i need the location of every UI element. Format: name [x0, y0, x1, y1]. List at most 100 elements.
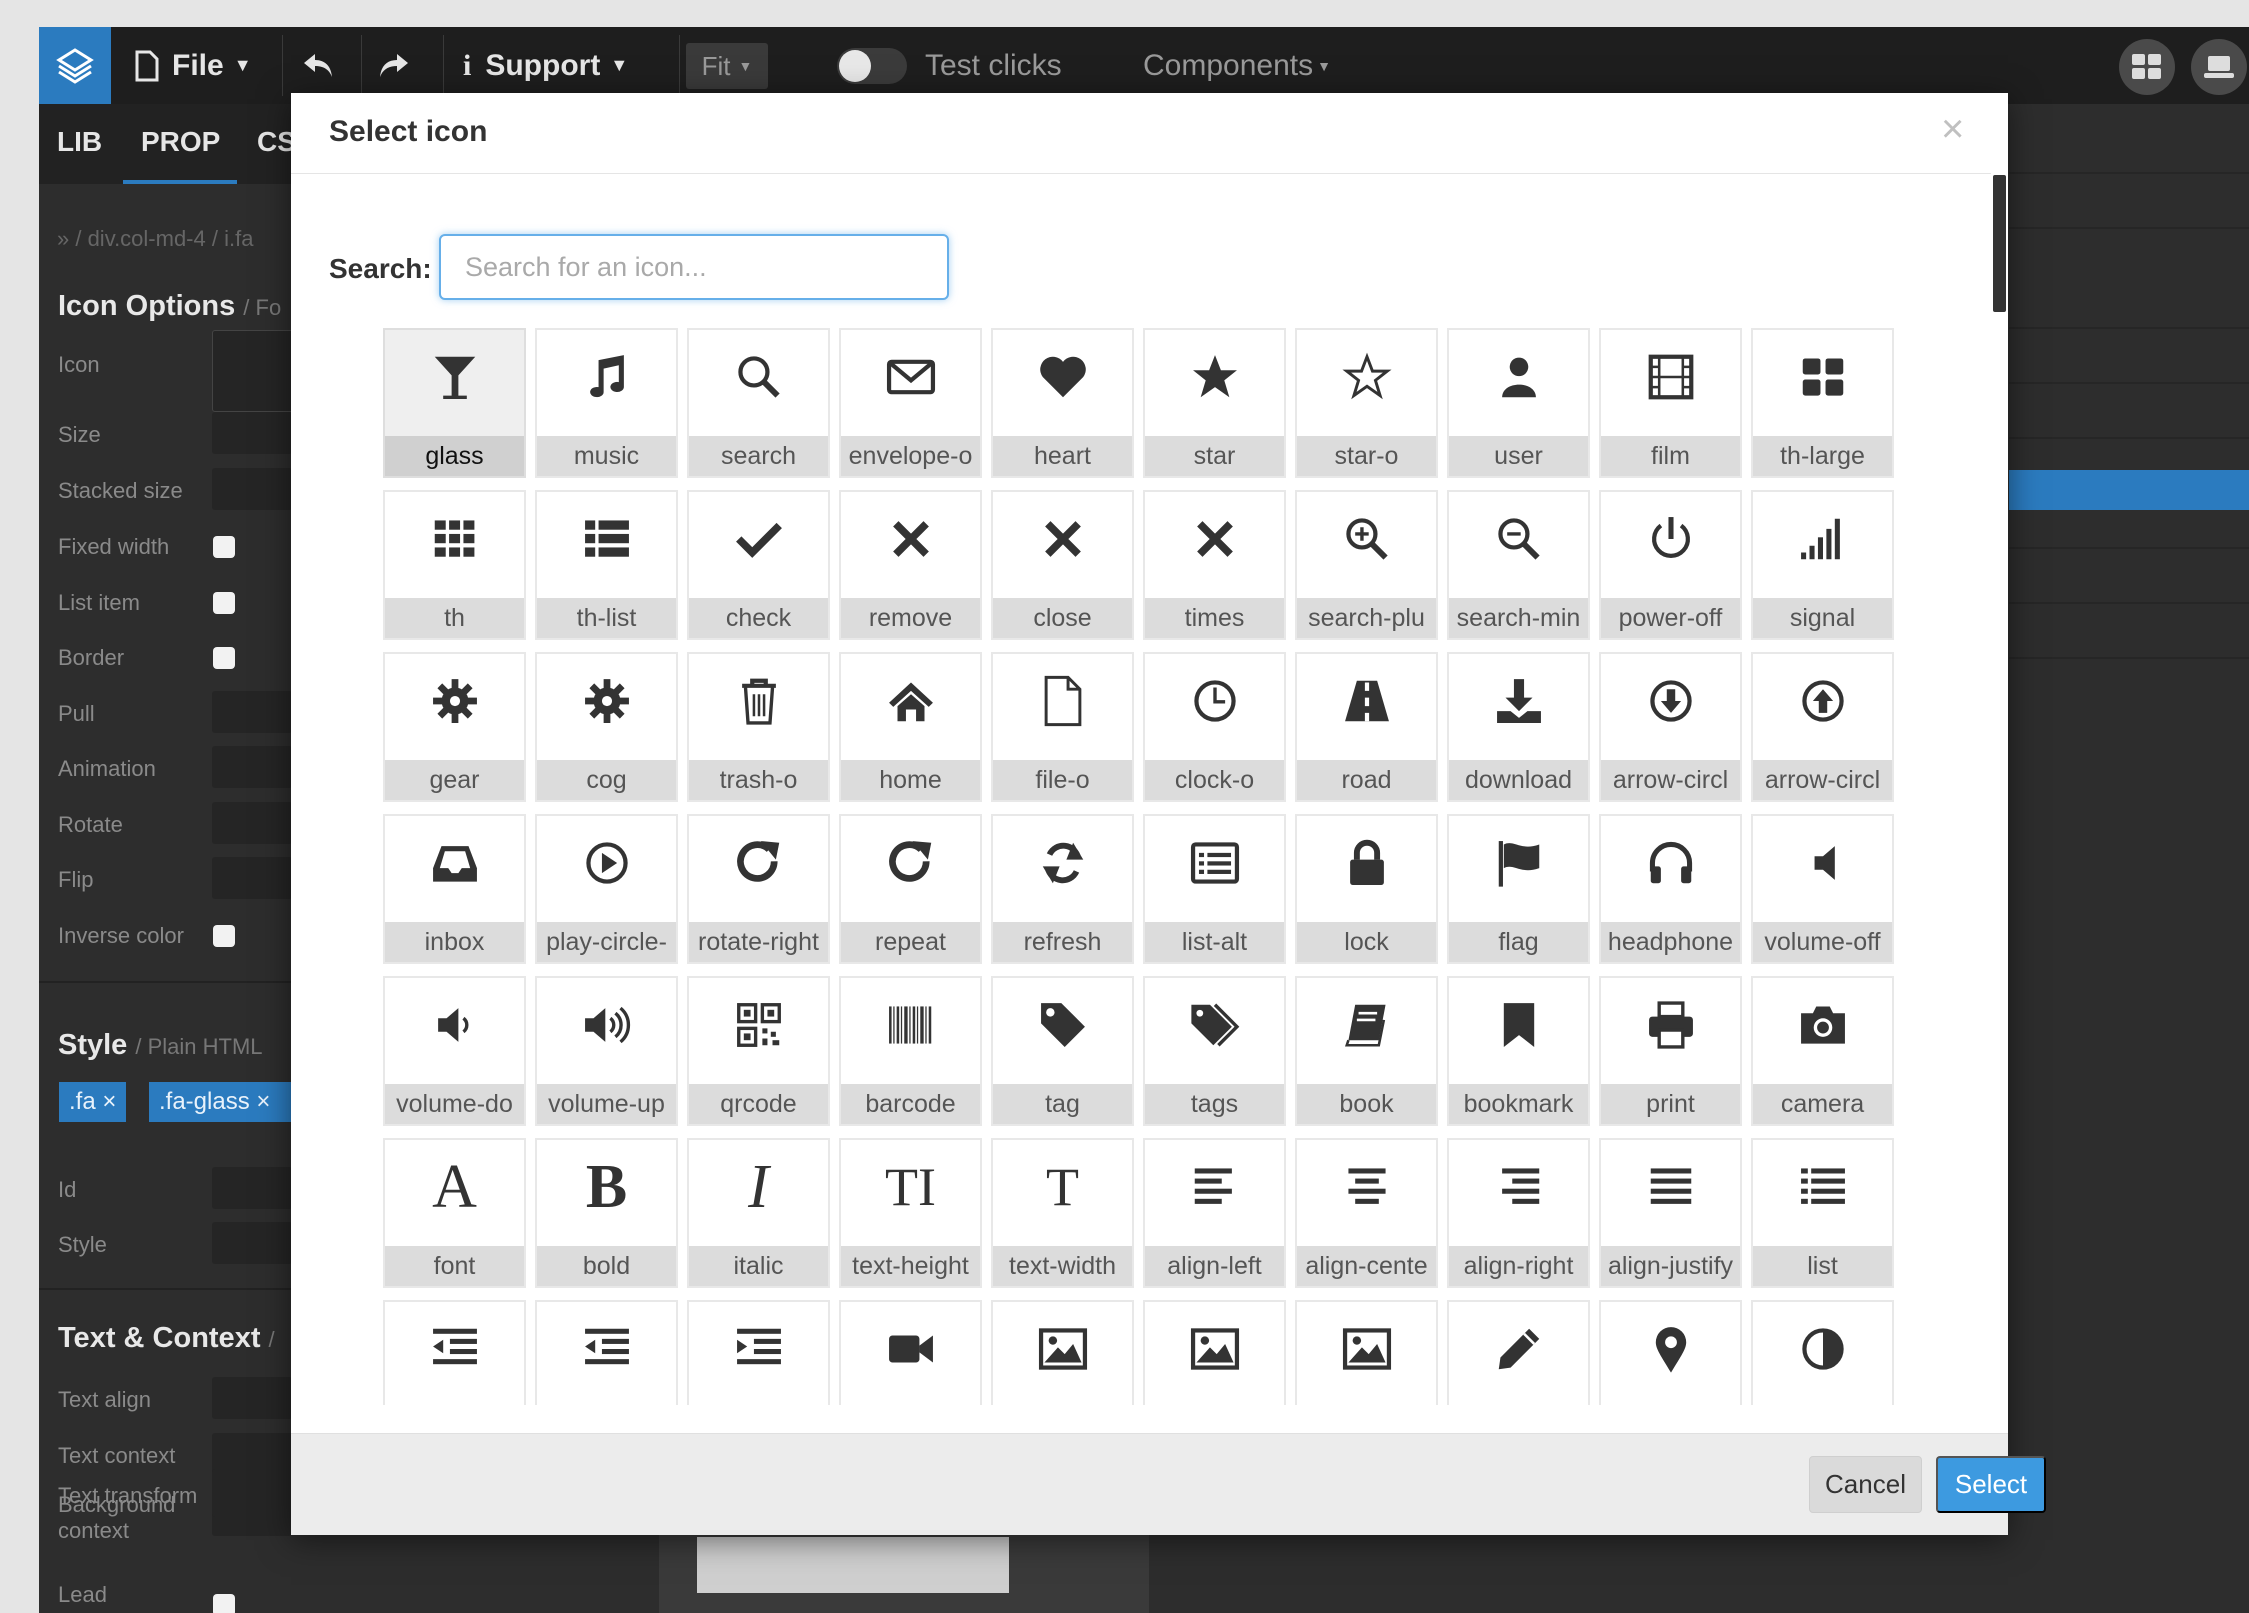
layout-button[interactable] — [2119, 39, 2175, 95]
modal-scrollbar[interactable] — [1991, 173, 2008, 1433]
icon-tile-video-camera[interactable] — [839, 1300, 982, 1405]
icon-tile-dedent[interactable] — [535, 1300, 678, 1405]
icon-tile-adjust[interactable] — [1751, 1300, 1894, 1405]
stacked-size-select[interactable] — [212, 468, 292, 510]
icon-tile-envelope-o[interactable]: envelope-o — [839, 328, 982, 478]
icon-tile-pencil[interactable] — [1447, 1300, 1590, 1405]
icon-tile-search-plus[interactable]: search-plu — [1295, 490, 1438, 640]
icon-tile-volume-down[interactable]: volume-do — [383, 976, 526, 1126]
icon-tile-headphones[interactable]: headphone — [1599, 814, 1742, 964]
icon-tile-gear[interactable]: gear — [383, 652, 526, 802]
icon-tile-times[interactable]: times — [1143, 490, 1286, 640]
icon-tile-image[interactable] — [991, 1300, 1134, 1405]
icon-tile-user[interactable]: user — [1447, 328, 1590, 478]
icon-tile-signal[interactable]: signal — [1751, 490, 1894, 640]
list-item-checkbox[interactable] — [213, 592, 235, 614]
icon-tile-arrow-circle-down[interactable]: arrow-circl — [1599, 652, 1742, 802]
select-button[interactable]: Select — [1936, 1456, 2046, 1513]
rotate-select[interactable] — [212, 802, 292, 844]
icon-tile-tags[interactable]: tags — [1143, 976, 1286, 1126]
icon-tile-align-center[interactable]: align-cente — [1295, 1138, 1438, 1288]
icon-tile-rotate-right[interactable]: rotate-right — [687, 814, 830, 964]
border-checkbox[interactable] — [213, 647, 235, 669]
test-clicks-toggle[interactable] — [837, 48, 907, 84]
icon-tile-picture-o[interactable] — [1295, 1300, 1438, 1405]
icon-tile-search[interactable]: search — [687, 328, 830, 478]
icon-tile-arrow-circle-up[interactable]: arrow-circl — [1751, 652, 1894, 802]
tab-prop[interactable]: PROP — [141, 126, 220, 158]
icon-tile-align-right[interactable]: align-right — [1447, 1138, 1590, 1288]
icon-tile-italic[interactable]: Iitalic — [687, 1138, 830, 1288]
icon-tile-repeat[interactable]: repeat — [839, 814, 982, 964]
icon-input[interactable] — [212, 330, 294, 412]
animation-select[interactable] — [212, 746, 292, 788]
lead-checkbox[interactable] — [213, 1594, 235, 1613]
icon-tile-search-minus[interactable]: search-min — [1447, 490, 1590, 640]
icon-tile-th-list[interactable]: th-list — [535, 490, 678, 640]
breadcrumb[interactable]: » / div.col-md-4 / i.fa — [57, 226, 253, 252]
icon-tile-cog[interactable]: cog — [535, 652, 678, 802]
icon-tile-file-o[interactable]: file-o — [991, 652, 1134, 802]
icon-tile-list-alt[interactable]: list-alt — [1143, 814, 1286, 964]
icon-tile-th[interactable]: th — [383, 490, 526, 640]
icon-tile-list[interactable]: list — [1751, 1138, 1894, 1288]
size-select[interactable] — [212, 412, 292, 454]
icon-tile-close[interactable]: close — [991, 490, 1134, 640]
icon-tile-indent[interactable] — [687, 1300, 830, 1405]
icon-tile-lock[interactable]: lock — [1295, 814, 1438, 964]
icon-tile-power-off[interactable]: power-off — [1599, 490, 1742, 640]
icon-tile-text-width[interactable]: Ttext-width — [991, 1138, 1134, 1288]
icon-tile-star[interactable]: star — [1143, 328, 1286, 478]
icon-tile-refresh[interactable]: refresh — [991, 814, 1134, 964]
file-menu[interactable]: File ▼ — [134, 27, 252, 104]
modal-scrollbar-thumb[interactable] — [1993, 175, 2006, 312]
right-panel-selected-row[interactable] — [2009, 470, 2249, 510]
icon-tile-remove[interactable]: remove — [839, 490, 982, 640]
icon-tile-book[interactable]: book — [1295, 976, 1438, 1126]
zoom-fit-dropdown[interactable]: Fit ▼ — [686, 43, 768, 89]
icon-tile-flag[interactable]: flag — [1447, 814, 1590, 964]
icon-tile-glass[interactable]: glass — [383, 328, 526, 478]
class-tag-fa[interactable]: .fa × — [59, 1082, 127, 1122]
icon-tile-music[interactable]: music — [535, 328, 678, 478]
icon-tile-photo[interactable] — [1143, 1300, 1286, 1405]
device-preview-button[interactable] — [2191, 39, 2247, 95]
icon-tile-check[interactable]: check — [687, 490, 830, 640]
icon-tile-outdent[interactable] — [383, 1300, 526, 1405]
icon-tile-align-justify[interactable]: align-justify — [1599, 1138, 1742, 1288]
icon-tile-align-left[interactable]: align-left — [1143, 1138, 1286, 1288]
icon-tile-road[interactable]: road — [1295, 652, 1438, 802]
id-input[interactable] — [212, 1167, 292, 1209]
flip-select[interactable] — [212, 857, 292, 899]
icon-tile-bookmark[interactable]: bookmark — [1447, 976, 1590, 1126]
icon-tile-inbox[interactable]: inbox — [383, 814, 526, 964]
app-logo[interactable] — [39, 27, 111, 104]
style-input[interactable] — [212, 1222, 292, 1264]
icon-tile-volume-up[interactable]: volume-up — [535, 976, 678, 1126]
icon-tile-download[interactable]: download — [1447, 652, 1590, 802]
icon-tile-font[interactable]: Afont — [383, 1138, 526, 1288]
icon-tile-play-circle[interactable]: play-circle- — [535, 814, 678, 964]
icon-tile-film[interactable]: film — [1599, 328, 1742, 478]
icon-tile-tag[interactable]: tag — [991, 976, 1134, 1126]
cancel-button[interactable]: Cancel — [1809, 1456, 1922, 1513]
icon-tile-map-marker[interactable] — [1599, 1300, 1742, 1405]
pull-select[interactable] — [212, 691, 292, 733]
tab-lib[interactable]: LIB — [57, 126, 102, 158]
icon-tile-trash-o[interactable]: trash-o — [687, 652, 830, 802]
icon-tile-print[interactable]: print — [1599, 976, 1742, 1126]
canvas-element[interactable] — [697, 1537, 1009, 1593]
icon-tile-volume-off[interactable]: volume-off — [1751, 814, 1894, 964]
icon-tile-clock-o[interactable]: clock-o — [1143, 652, 1286, 802]
text-align-select[interactable] — [212, 1377, 292, 1419]
icon-tile-text-height[interactable]: TI text-height — [839, 1138, 982, 1288]
close-icon[interactable]: × — [1941, 107, 1964, 152]
icon-tile-heart[interactable]: heart — [991, 328, 1134, 478]
icon-tile-th-large[interactable]: th-large — [1751, 328, 1894, 478]
icon-search-input[interactable] — [439, 234, 949, 300]
icon-tile-qrcode[interactable]: qrcode — [687, 976, 830, 1126]
icon-tile-bold[interactable]: Bbold — [535, 1138, 678, 1288]
icon-tile-barcode[interactable]: barcode — [839, 976, 982, 1126]
icon-tile-star-o[interactable]: star-o — [1295, 328, 1438, 478]
icon-tile-camera[interactable]: camera — [1751, 976, 1894, 1126]
